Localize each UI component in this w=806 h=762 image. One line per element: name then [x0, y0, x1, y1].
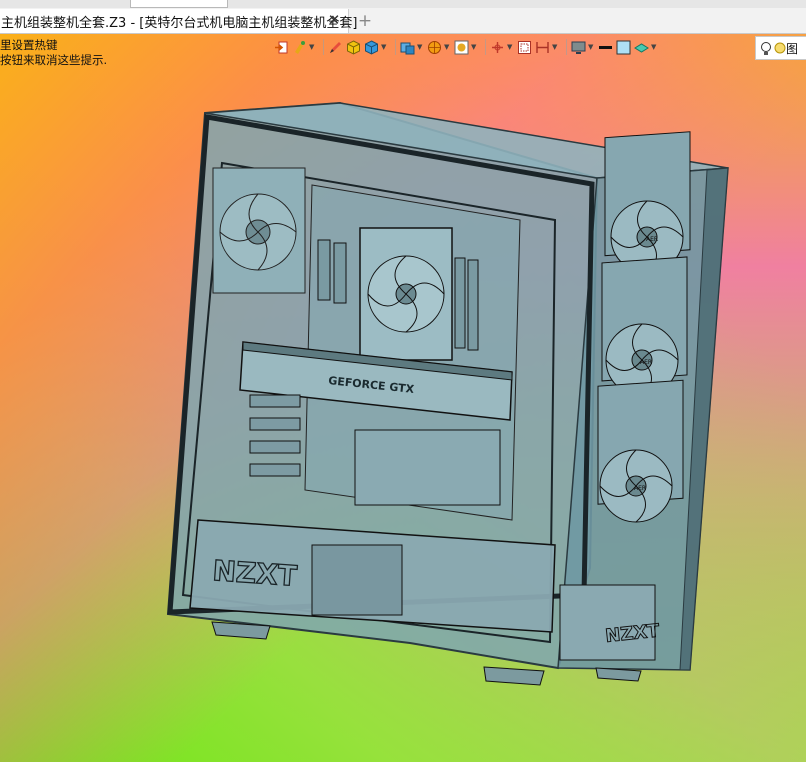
- help-field[interactable]: 图: [755, 36, 806, 60]
- chevron-down-icon[interactable]: ▼: [651, 43, 658, 51]
- fan-label: AER: [646, 236, 658, 243]
- chipset-area: [354, 429, 501, 506]
- frame-button[interactable]: [517, 40, 532, 55]
- chevron-down-icon[interactable]: ▼: [309, 43, 316, 51]
- view-toolbar: ▼ ▼ ▼ ▼ ▼ ▼ ▼ ▼ ▼: [274, 36, 661, 58]
- menu-strip: [0, 0, 806, 8]
- chevron-down-icon[interactable]: ▼: [381, 43, 388, 51]
- new-tab-icon[interactable]: +: [357, 11, 373, 31]
- hint-line-1: 里设置热键: [0, 38, 58, 52]
- hint-line-2: 按钮来取消这些提示.: [0, 53, 108, 67]
- material-icon: [454, 40, 469, 54]
- chevron-down-icon[interactable]: ▼: [471, 43, 478, 51]
- light-yellow-icon: [774, 42, 786, 54]
- line-style-button[interactable]: [598, 40, 613, 55]
- cube-yellow-icon: [347, 39, 360, 55]
- shaded-view-button[interactable]: [346, 39, 361, 55]
- split-button[interactable]: ▼: [535, 40, 559, 55]
- fan-label: AER: [640, 359, 652, 366]
- toolbar-separator: [395, 39, 396, 55]
- command-field[interactable]: [130, 0, 228, 8]
- paint-button[interactable]: ▼: [292, 40, 316, 55]
- document-tab[interactable]: 主机组装整机全套.Z3 - [英特尔台式机电脑主机组装整机全套] ✕: [0, 9, 357, 33]
- hotkey-hint: 里设置热键 按钮来取消这些提示.: [0, 38, 107, 68]
- axis-button[interactable]: ▼: [490, 40, 514, 55]
- view-orientation-button[interactable]: ▼: [400, 40, 424, 55]
- chevron-down-icon[interactable]: ▼: [507, 43, 514, 51]
- chevron-down-icon[interactable]: ▼: [444, 43, 451, 51]
- pencil-icon: [330, 41, 341, 53]
- help-field-label: 图: [786, 41, 799, 56]
- brand-front-label: NZXT: [212, 554, 299, 593]
- chevron-down-icon[interactable]: ▼: [552, 43, 559, 51]
- case-foot: [483, 666, 545, 686]
- frame-icon: [518, 40, 531, 54]
- chevron-down-icon[interactable]: ▼: [417, 43, 424, 51]
- toolbar-separator: [566, 39, 567, 55]
- case-foot: [595, 667, 642, 682]
- solid-view-button[interactable]: ▼: [364, 39, 388, 55]
- close-icon[interactable]: ✕: [326, 12, 342, 28]
- axis-icon: [492, 41, 503, 53]
- lightbulb-icon: [761, 41, 771, 55]
- sketch-button[interactable]: [328, 40, 343, 55]
- document-tab-title: 主机组装整机全套.Z3 - [英特尔台式机电脑主机组装整机全套]: [1, 15, 358, 31]
- pc-case-model[interactable]: GEFORCE GTX NZXT AER AER AER NZXT: [160, 95, 740, 695]
- toolbar-separator: [485, 39, 486, 55]
- material-button[interactable]: ▼: [454, 40, 478, 55]
- document-tab-bar: 主机组装整机全套.Z3 - [英特尔台式机电脑主机组装整机全套] ✕ +: [0, 0, 806, 34]
- front-fan-1: AER: [604, 131, 691, 274]
- layer-icon: [634, 42, 649, 53]
- fill-color-button[interactable]: [616, 40, 631, 55]
- display-button[interactable]: ▼: [571, 40, 595, 55]
- split-icon: [536, 41, 549, 53]
- cpu-cooler-fan: [359, 227, 453, 361]
- display-icon: [571, 41, 586, 54]
- render-button[interactable]: ▼: [427, 40, 451, 55]
- cube-blue-icon: [365, 39, 378, 55]
- layer-button[interactable]: ▼: [634, 40, 658, 55]
- fan-label: AER: [634, 485, 646, 492]
- sphere-icon: [428, 40, 441, 54]
- psu-cables: [311, 544, 403, 616]
- line-style-icon: [599, 45, 612, 49]
- cube-view-icon: [400, 42, 415, 54]
- exit-button[interactable]: [274, 40, 289, 55]
- chevron-down-icon[interactable]: ▼: [588, 43, 595, 51]
- paint-icon: [295, 40, 305, 54]
- toolbar-separator: [323, 39, 324, 55]
- exit-icon: [275, 41, 288, 53]
- rear-fan: [212, 167, 306, 294]
- fill-color-icon: [616, 40, 631, 54]
- front-fan-2: AER: [601, 256, 688, 397]
